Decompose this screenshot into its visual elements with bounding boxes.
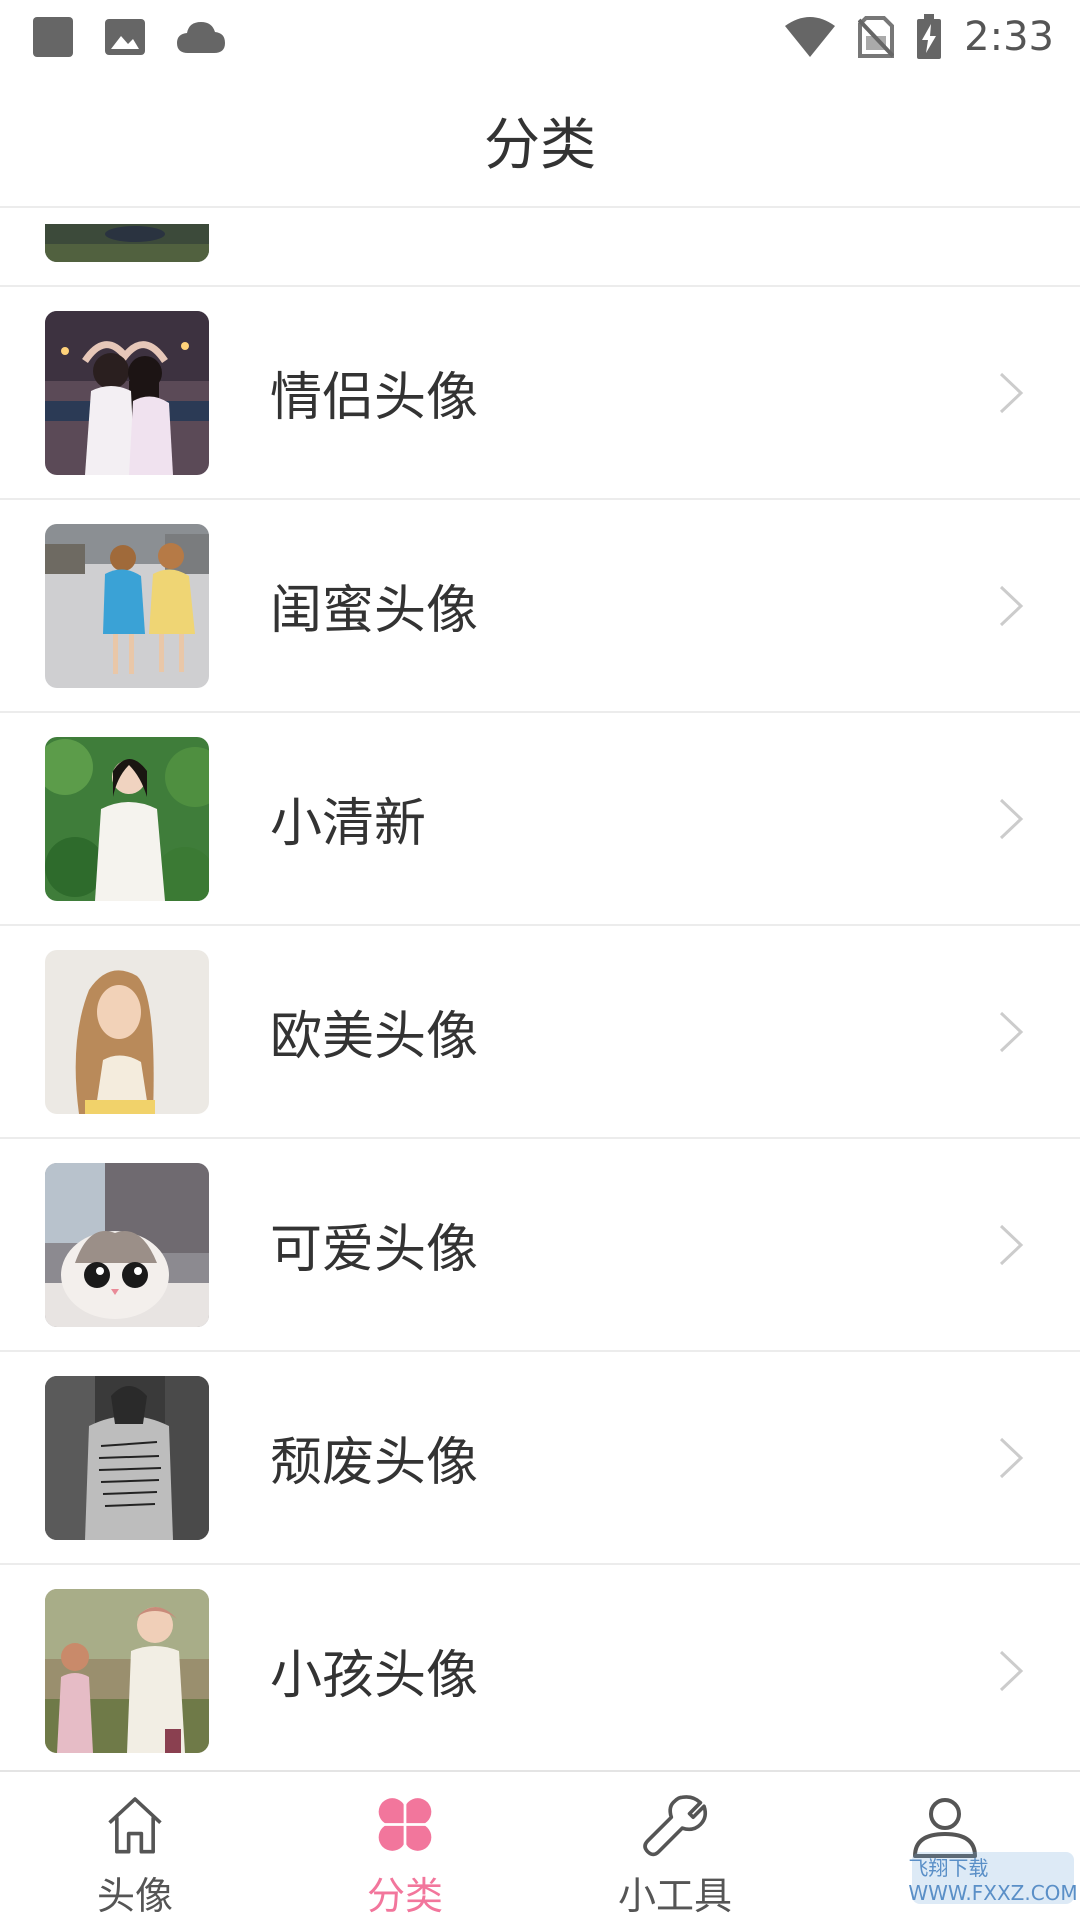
gallery-icon [105, 19, 145, 55]
list-item[interactable]: 可爱头像 [0, 1139, 1080, 1352]
fresh-girl-photo [45, 736, 209, 901]
list-item[interactable]: 小孩头像 [0, 1565, 1080, 1770]
list-item[interactable]: 颓废头像 [0, 1352, 1080, 1565]
chevron-right-icon [999, 1437, 1024, 1478]
app-square-icon [33, 17, 73, 57]
chevron-right-icon [999, 1011, 1024, 1052]
clover-icon [377, 1797, 433, 1852]
status-bar: 2:33 [0, 0, 1080, 74]
kids-photo [45, 1588, 209, 1753]
chevron-right-icon [999, 1224, 1024, 1265]
watermark-text: 飞翔下载 WWW.FXXZ.COM [908, 1855, 1078, 1905]
page-title: 分类 [484, 112, 596, 178]
cute-cat-photo [45, 1162, 209, 1327]
western-girl-photo [45, 949, 209, 1114]
decadent-photo [45, 1375, 209, 1540]
chevron-right-icon [999, 372, 1024, 413]
category-label: 小孩头像 [270, 1646, 479, 1706]
category-list[interactable]: 情侣头像 闺蜜头像 小清新 欧美头像 可爱头像 颓废头像 小孩头像 [0, 210, 1080, 1770]
home-icon [108, 1797, 162, 1854]
category-thumbnail [45, 224, 209, 262]
watermark: 飞翔下载 WWW.FXXZ.COM [908, 1852, 1078, 1905]
chevron-right-icon [999, 1650, 1024, 1691]
category-label: 小清新 [270, 794, 427, 854]
cloud-icon [177, 22, 225, 53]
chevron-right-icon [999, 798, 1024, 839]
nav-item-tools[interactable]: 小工具 [540, 1772, 810, 1920]
nav-label: 分类 [366, 1874, 443, 1918]
no-sim-icon [858, 16, 895, 58]
battery-charging-icon [917, 14, 942, 59]
couple-photo [45, 310, 209, 475]
chevron-right-icon [999, 585, 1024, 626]
list-item[interactable]: 小清新 [0, 713, 1080, 926]
clock: 2:33 [964, 14, 1054, 60]
nav-label: 头像 [96, 1874, 173, 1918]
category-label: 颓废头像 [270, 1433, 479, 1493]
list-item[interactable]: 欧美头像 [0, 926, 1080, 1139]
category-label: 可爱头像 [270, 1220, 479, 1280]
nav-item-category[interactable]: 分类 [270, 1772, 540, 1920]
list-item[interactable]: 闺蜜头像 [0, 500, 1080, 713]
girlfriends-photo [45, 523, 209, 688]
list-item[interactable]: 情侣头像 [0, 287, 1080, 500]
wifi-icon [785, 17, 836, 57]
nav-item-avatar[interactable]: 头像 [0, 1772, 270, 1920]
nav-label: 小工具 [617, 1874, 732, 1918]
category-label: 情侣头像 [270, 368, 479, 428]
header: 分类 [0, 74, 1080, 208]
category-label: 欧美头像 [270, 1007, 479, 1067]
wrench-icon [643, 1795, 708, 1857]
list-item-partial[interactable] [0, 210, 1080, 287]
category-label: 闺蜜头像 [270, 581, 479, 641]
